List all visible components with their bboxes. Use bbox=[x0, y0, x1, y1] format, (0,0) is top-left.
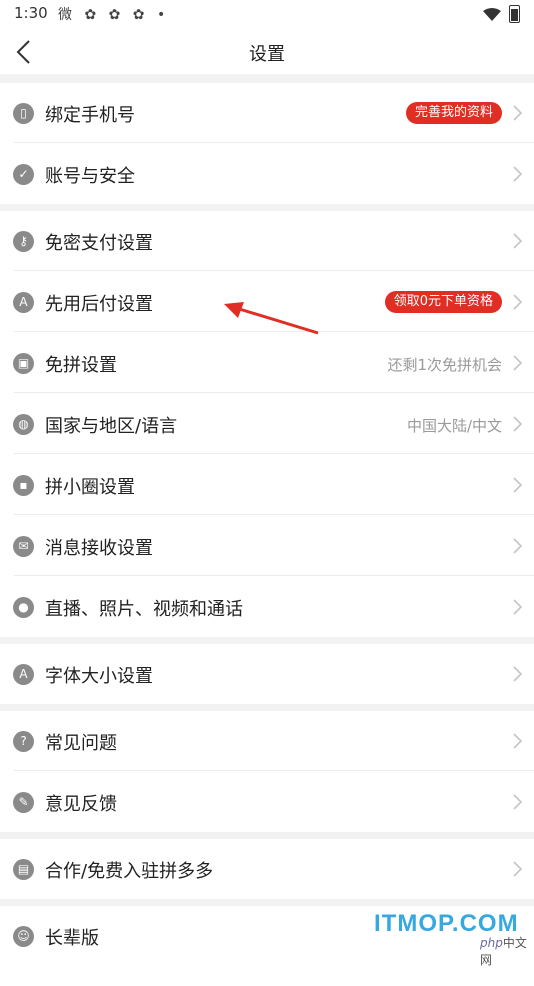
help-icon: ? bbox=[13, 731, 34, 752]
wifi-icon bbox=[483, 8, 501, 21]
pay-later-icon: A bbox=[13, 292, 34, 313]
group-buy-icon: ▣ bbox=[13, 353, 34, 374]
chevron-right-icon bbox=[513, 355, 522, 371]
annotation-arrow bbox=[224, 302, 319, 335]
settings-row-key[interactable]: ⚷ 免密支付设置 bbox=[0, 211, 534, 271]
settings-row-camera[interactable]: ● 直播、照片、视频和通话 bbox=[0, 577, 534, 637]
chevron-right-icon bbox=[513, 861, 522, 877]
settings-group: ? 常见问题 ✎ 意见反馈 bbox=[0, 711, 534, 832]
settings-row-shield[interactable]: ✓ 账号与安全 bbox=[0, 144, 534, 204]
row-label: 账号与安全 bbox=[45, 166, 135, 187]
row-label: 绑定手机号 bbox=[45, 105, 135, 126]
chevron-right-icon bbox=[513, 294, 522, 310]
lock-icon: ▪ bbox=[13, 475, 34, 496]
row-divider bbox=[14, 453, 534, 454]
settings-row-group-buy[interactable]: ▣ 免拼设置 还剩1次免拼机会 bbox=[0, 333, 534, 393]
row-label: 长辈版 bbox=[45, 928, 99, 949]
row-label: 免拼设置 bbox=[45, 355, 117, 376]
promo-badge[interactable]: 完善我的资料 bbox=[405, 102, 502, 124]
row-label: 字体大小设置 bbox=[45, 666, 153, 687]
battery-icon bbox=[509, 5, 520, 23]
chevron-right-icon bbox=[513, 416, 522, 432]
row-divider bbox=[14, 514, 534, 515]
row-label: 合作/免费入驻拼多多 bbox=[45, 861, 214, 882]
row-label: 直播、照片、视频和通话 bbox=[45, 599, 243, 620]
settings-row-mail[interactable]: ✉ 消息接收设置 bbox=[0, 516, 534, 576]
font-size-icon: A bbox=[13, 664, 34, 685]
globe-icon: ◍ bbox=[13, 414, 34, 435]
settings-group: A 字体大小设置 bbox=[0, 644, 534, 704]
row-label: 先用后付设置 bbox=[45, 294, 153, 315]
row-label: 免密支付设置 bbox=[45, 233, 153, 254]
row-label: 国家与地区/语言 bbox=[45, 416, 178, 437]
mail-icon: ✉ bbox=[13, 536, 34, 557]
settings-group: ⚷ 免密支付设置 A 先用后付设置 领取0元下单资格 ▣ 免拼设置 还剩1次免拼机会 ◍ 国家与地… bbox=[0, 211, 534, 637]
chevron-right-icon bbox=[513, 599, 522, 615]
row-value: 中国大陆/中文 bbox=[406, 417, 502, 435]
feedback-icon: ✎ bbox=[13, 792, 34, 813]
chevron-right-icon bbox=[513, 733, 522, 749]
settings-row-feedback[interactable]: ✎ 意见反馈 bbox=[0, 772, 534, 832]
row-label: 拼小圈设置 bbox=[45, 477, 135, 498]
settings-row-phone[interactable]: ▯ 绑定手机号 完善我的资料 bbox=[0, 83, 534, 143]
watermark-sub: php中文网 bbox=[480, 936, 527, 967]
camera-icon: ● bbox=[13, 597, 34, 618]
promo-badge[interactable]: 领取0元下单资格 bbox=[384, 291, 502, 313]
store-icon: ▤ bbox=[13, 859, 34, 880]
phone-icon: ▯ bbox=[13, 103, 34, 124]
settings-group: ▯ 绑定手机号 完善我的资料 ✓ 账号与安全 bbox=[0, 83, 534, 204]
row-label: 意见反馈 bbox=[45, 794, 117, 815]
shield-icon: ✓ bbox=[13, 164, 34, 185]
page-title: 设置 bbox=[249, 44, 285, 65]
row-divider bbox=[14, 142, 534, 143]
settings-row-help[interactable]: ? 常见问题 bbox=[0, 711, 534, 771]
notification-icons: 微 ✿ ✿ ✿ • bbox=[58, 7, 170, 23]
status-time: 1:30 bbox=[14, 4, 48, 22]
row-divider bbox=[14, 575, 534, 576]
key-icon: ⚷ bbox=[13, 231, 34, 252]
chevron-right-icon bbox=[513, 166, 522, 182]
row-divider bbox=[14, 270, 534, 271]
status-bar: 1:30 微 ✿ ✿ ✿ • bbox=[0, 0, 534, 30]
settings-group: ▤ 合作/免费入驻拼多多 bbox=[0, 839, 534, 899]
top-bar: 设置 bbox=[0, 30, 534, 74]
row-divider bbox=[14, 392, 534, 393]
settings-row-store[interactable]: ▤ 合作/免费入驻拼多多 bbox=[0, 839, 534, 899]
chevron-right-icon bbox=[513, 233, 522, 249]
row-label: 常见问题 bbox=[45, 733, 117, 754]
chevron-right-icon bbox=[513, 538, 522, 554]
row-label: 消息接收设置 bbox=[45, 538, 153, 559]
settings-row-font-size[interactable]: A 字体大小设置 bbox=[0, 644, 534, 704]
chevron-right-icon bbox=[513, 666, 522, 682]
chevron-right-icon bbox=[513, 794, 522, 810]
chevron-right-icon bbox=[513, 477, 522, 493]
settings-row-globe[interactable]: ◍ 国家与地区/语言 中国大陆/中文 bbox=[0, 394, 534, 454]
settings-row-lock[interactable]: ▪ 拼小圈设置 bbox=[0, 455, 534, 515]
elder-icon: ☺ bbox=[13, 926, 34, 947]
row-value: 还剩1次免拼机会 bbox=[387, 356, 502, 374]
chevron-right-icon bbox=[513, 105, 522, 121]
row-divider bbox=[14, 770, 534, 771]
